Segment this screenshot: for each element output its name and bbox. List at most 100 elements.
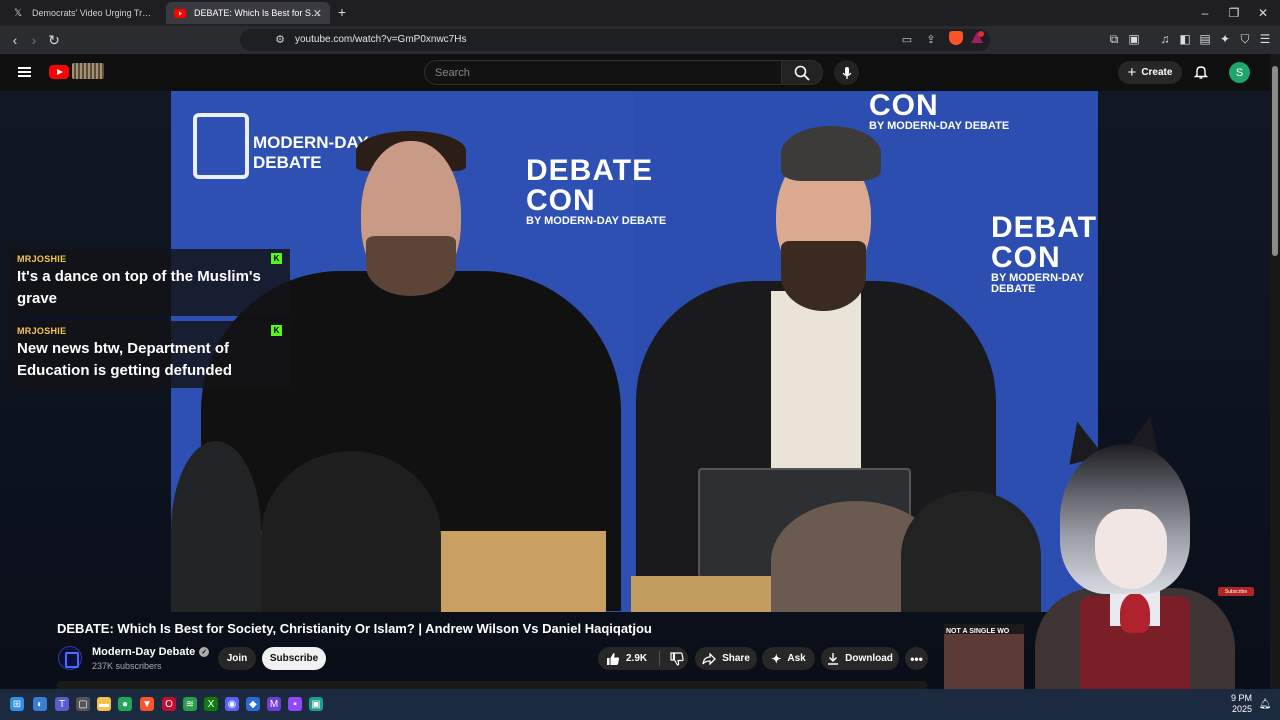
search-button[interactable] <box>781 60 823 85</box>
banner-word-2: CON <box>991 241 1061 274</box>
extensions-icon[interactable]: ⧉ <box>1107 32 1121 47</box>
voice-search-button[interactable] <box>834 60 859 85</box>
subscribe-overlay-badge: Subscribe <box>1218 587 1254 596</box>
tab-debate-video[interactable]: DEBATE: Which Is Best for Societ ✕ <box>166 2 330 24</box>
url-text[interactable]: youtube.com/watch?v=GmP0xnwc7Hs <box>295 34 466 45</box>
recommended-video-thumbnail[interactable]: NOT A SINGLE WO <box>944 624 1024 689</box>
guide-menu-icon[interactable] <box>18 67 31 77</box>
youtube-header: + Create S <box>0 54 1270 91</box>
audience-member <box>261 451 441 612</box>
app-icon-3[interactable]: M <box>267 697 281 711</box>
notifications-icon[interactable] <box>1193 64 1209 80</box>
join-button[interactable]: Join <box>218 647 256 670</box>
audience-member <box>901 491 1041 612</box>
more-icon: ••• <box>910 651 923 666</box>
share-page-icon[interactable]: ⇪ <box>924 33 938 46</box>
search-icon <box>794 65 810 81</box>
download-label: Download <box>845 653 893 664</box>
notification-center-icon[interactable]: 🔔︎ <box>1258 697 1272 711</box>
speaker-right-beard <box>781 241 866 311</box>
banner-byline: BY MODERN-DAY DEBATE <box>991 272 1084 295</box>
more-actions-button[interactable]: ••• <box>905 647 928 670</box>
app-icon-4[interactable]: ▣ <box>309 697 323 711</box>
system-clock[interactable]: 9 PM 2025 <box>1228 693 1252 716</box>
account-avatar[interactable]: S <box>1229 62 1250 83</box>
like-count[interactable]: 2.9K <box>626 653 647 664</box>
subscriber-count: 237K subscribers <box>92 661 162 671</box>
search-input[interactable] <box>435 65 765 81</box>
maximize-button[interactable]: ❐ <box>1227 6 1241 20</box>
brave-shield-icon[interactable] <box>949 31 963 45</box>
clock-time: 9 PM <box>1230 693 1252 703</box>
channel-name[interactable]: Modern-Day Debate ✓ <box>92 646 210 658</box>
menu-icon[interactable]: ☰ <box>1258 32 1272 46</box>
create-label: Create <box>1141 67 1173 78</box>
download-icon <box>828 653 839 665</box>
sparkle-icon: ✦ <box>771 651 782 666</box>
page-scrollbar[interactable] <box>1270 54 1280 689</box>
close-window-button[interactable]: ✕ <box>1256 6 1270 20</box>
brave-browser-icon[interactable]: ▼ <box>140 697 154 711</box>
download-button[interactable]: Download <box>821 647 899 670</box>
teams-icon[interactable]: T <box>55 697 69 711</box>
chat-text: New news btw, Department of Education is… <box>17 340 232 379</box>
chat-message: MRJOSHIE K New news btw, Department of E… <box>10 321 290 388</box>
youtube-logo[interactable] <box>49 65 69 79</box>
start-icon[interactable]: ⊞ <box>10 697 24 711</box>
debatecon-banner: DEBATE CON BY MODERN-DAY DEBATE <box>526 156 666 227</box>
sidebar-icon[interactable]: ◧ <box>1178 32 1192 46</box>
scrollbar-thumb[interactable] <box>1272 66 1278 256</box>
tab-democrats-video[interactable]: 𝕏 Democrats' Video Urging Troops to R <box>4 2 164 24</box>
brand-title: MODERN-DAY DEBATE <box>253 133 369 172</box>
thumbs-up-icon[interactable] <box>606 652 620 666</box>
address-bar[interactable]: ⚙ youtube.com/watch?v=GmP0xnwc7Hs ▭ ⇪ <box>240 29 990 51</box>
reload-icon[interactable]: ↻ <box>46 32 62 48</box>
ask-button[interactable]: ✦ Ask <box>762 647 815 670</box>
vpn-icon[interactable]: ⛉ <box>1238 32 1252 47</box>
channel-avatar[interactable] <box>58 646 82 670</box>
browser-toolbar: ‹ › ↻ ⚙ youtube.com/watch?v=GmP0xnwc7Hs … <box>0 26 1280 69</box>
back-icon[interactable]: ‹ <box>7 32 23 48</box>
xbox-icon[interactable]: X <box>204 697 218 711</box>
ask-label: Ask <box>787 653 806 664</box>
kick-logo-icon: K <box>271 253 282 264</box>
search-box[interactable] <box>424 60 782 85</box>
subscribe-button[interactable]: Subscribe <box>262 647 326 670</box>
banner-word-2: CON <box>869 91 939 122</box>
task-view-icon[interactable]: ▢ <box>76 697 90 711</box>
new-tab-button[interactable]: + <box>334 4 350 20</box>
thumbs-down-icon[interactable] <box>670 651 684 666</box>
discord-icon[interactable]: ◉ <box>225 697 239 711</box>
windows-taskbar: ⊞ ◐ T ▢ ▬ ● ▼ O ≋ X ◉ ◆ M ▪ ▣ 9 PM 2025 … <box>0 689 1280 720</box>
opera-icon[interactable]: O <box>162 697 176 711</box>
tab-close-icon[interactable]: ✕ <box>313 7 322 20</box>
create-button[interactable]: + Create <box>1118 61 1182 84</box>
youtube-doodle[interactable] <box>72 63 104 79</box>
banner-word-1: DEBATE <box>526 154 654 187</box>
media-icon[interactable]: ♫ <box>1158 32 1172 46</box>
minimize-button[interactable]: – <box>1198 6 1212 20</box>
leo-ai-icon[interactable]: ✦ <box>1218 32 1232 46</box>
spotify-icon[interactable]: ≋ <box>183 697 197 711</box>
brave-rewards-icon[interactable] <box>970 31 984 45</box>
app-icon[interactable]: ● <box>118 697 132 711</box>
site-settings-icon[interactable]: ⚙ <box>273 33 287 46</box>
clock-date: 2025 <box>1231 704 1252 715</box>
youtube-icon <box>174 7 186 19</box>
twitch-icon[interactable]: ▪ <box>288 697 302 711</box>
wallet-card-icon[interactable]: ▤ <box>1198 32 1212 46</box>
x-logo-icon: 𝕏 <box>13 7 23 19</box>
wallet-icon[interactable]: ▣ <box>1127 32 1141 46</box>
video-title: DEBATE: Which Is Best for Society, Chris… <box>57 621 652 636</box>
video-player[interactable]: MODERN-DAY DEBATE DEBATE CON BY MODERN-D… <box>171 91 1098 612</box>
forward-icon[interactable]: › <box>26 32 42 48</box>
stream-scene: MODERN-DAY DEBATE DEBATE CON BY MODERN-D… <box>0 91 1270 689</box>
app-icon-2[interactable]: ◆ <box>246 697 260 711</box>
tab-title: Democrats' Video Urging Troops to R <box>32 8 156 18</box>
description-box[interactable] <box>57 681 927 689</box>
cast-icon[interactable]: ▭ <box>900 33 914 46</box>
channel-name-text: Modern-Day Debate <box>92 646 196 658</box>
share-button[interactable]: Share <box>695 647 757 670</box>
widgets-icon[interactable]: ◐ <box>33 697 47 711</box>
file-explorer-icon[interactable]: ▬ <box>97 697 111 711</box>
